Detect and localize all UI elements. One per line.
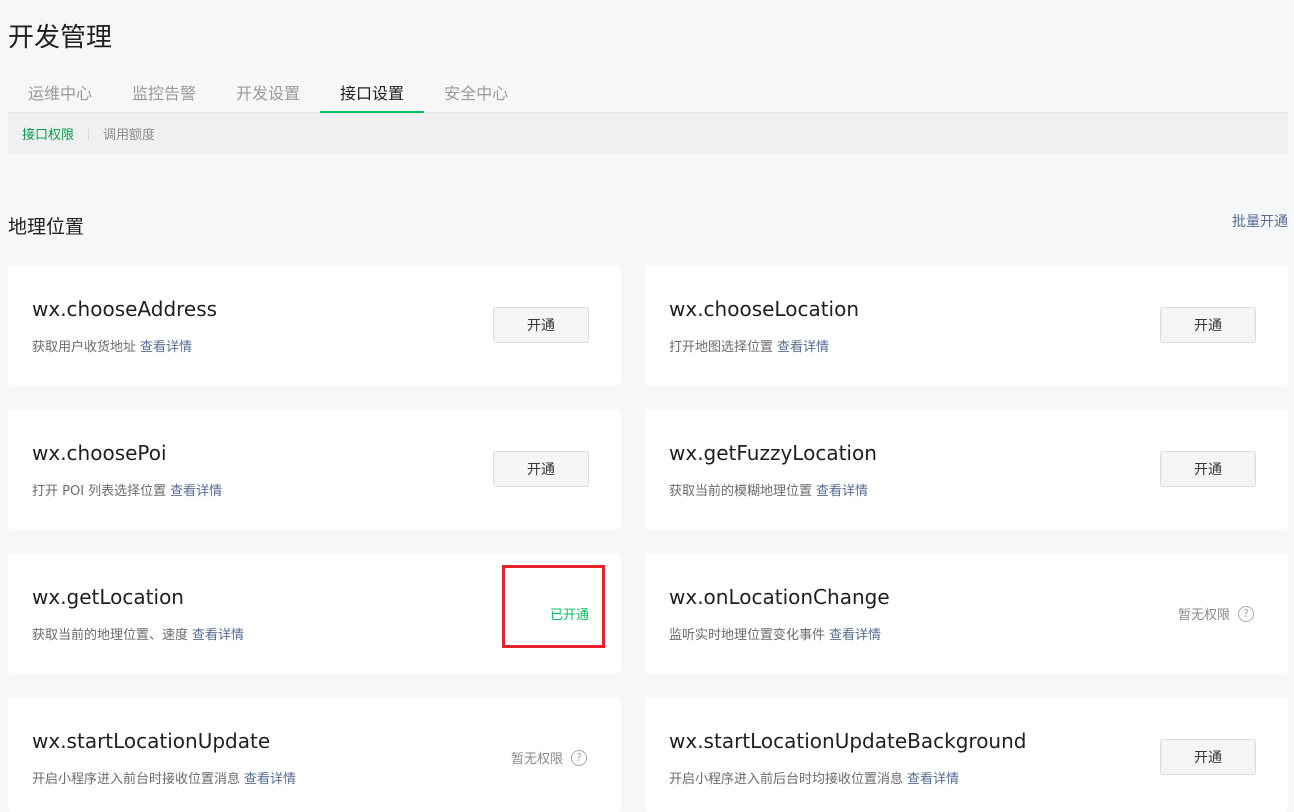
view-details-link[interactable]: 查看详情 [829, 628, 881, 643]
open-button[interactable]: 开通 [1160, 451, 1256, 487]
api-card: wx.getFuzzyLocation 获取当前的模糊地理位置 查看详情 开通 [645, 409, 1288, 529]
api-desc-text: 打开地图选择位置 [669, 340, 774, 355]
api-name: wx.chooseLocation [669, 297, 860, 321]
no-permission-label: 暂无权限 [1177, 608, 1230, 623]
highlight-annotation-box [502, 565, 605, 648]
tab-monitor-alerts[interactable]: 监控告警 [112, 70, 216, 113]
view-details-link[interactable]: 查看详情 [777, 340, 829, 355]
api-description: 监听实时地理位置变化事件 查看详情 [669, 624, 881, 643]
api-name: wx.getLocation [32, 585, 184, 609]
open-button[interactable]: 开通 [493, 451, 589, 487]
subtab-api-permissions[interactable]: 接口权限 [22, 124, 74, 143]
api-name: wx.onLocationChange [669, 585, 890, 609]
api-desc-text: 监听实时地理位置变化事件 [669, 628, 826, 643]
open-button[interactable]: 开通 [1160, 739, 1256, 775]
api-desc-text: 获取用户收货地址 [32, 340, 137, 355]
view-details-link[interactable]: 查看详情 [244, 772, 296, 787]
api-desc-text: 开启小程序进入前台时接收位置消息 [32, 772, 241, 787]
api-desc-text: 开启小程序进入前后台时均接收位置消息 [669, 772, 904, 787]
api-card: wx.onLocationChange 监听实时地理位置变化事件 查看详情 暂无权… [645, 553, 1288, 673]
view-details-link[interactable]: 查看详情 [907, 772, 959, 787]
api-name: wx.chooseAddress [32, 297, 218, 321]
view-details-link[interactable]: 查看详情 [192, 628, 244, 643]
api-card: wx.chooseAddress 获取用户收货地址 查看详情 开通 [8, 265, 621, 385]
api-card: wx.chooseLocation 打开地图选择位置 查看详情 开通 [645, 265, 1288, 385]
open-button[interactable]: 开通 [1160, 307, 1256, 343]
api-desc-text: 获取当前的模糊地理位置 [669, 484, 813, 499]
section-title: 地理位置 [8, 216, 85, 238]
tab-dev-settings[interactable]: 开发设置 [216, 70, 320, 113]
api-description: 获取当前的模糊地理位置 查看详情 [669, 480, 868, 499]
api-card: wx.startLocationUpdateBackground 开启小程序进入… [645, 697, 1288, 812]
tab-ops-center[interactable]: 运维中心 [8, 70, 112, 113]
api-name: wx.startLocationUpdateBackground [669, 729, 1027, 753]
api-description: 打开地图选择位置 查看详情 [669, 336, 829, 355]
view-details-link[interactable]: 查看详情 [816, 484, 868, 499]
sub-tabs: 接口权限 调用额度 [8, 113, 1288, 154]
api-description: 获取用户收货地址 查看详情 [32, 336, 192, 355]
open-button[interactable]: 开通 [493, 307, 589, 343]
question-circle-icon[interactable]: ? [571, 749, 587, 766]
page-title: 开发管理 [8, 23, 113, 53]
no-permission-status: 暂无权限 ? [511, 748, 587, 767]
subtab-call-quota[interactable]: 调用额度 [103, 124, 155, 143]
api-desc-text: 获取当前的地理位置、速度 [32, 628, 189, 643]
view-details-link[interactable]: 查看详情 [140, 340, 192, 355]
main-tabs: 运维中心 监控告警 开发设置 接口设置 安全中心 [8, 70, 1288, 113]
api-name: wx.choosePoi [32, 441, 167, 465]
no-permission-status: 暂无权限 ? [1178, 604, 1254, 623]
subtab-divider [88, 126, 90, 141]
api-name: wx.getFuzzyLocation [669, 441, 877, 465]
tab-security-center[interactable]: 安全中心 [424, 70, 528, 113]
api-description: 打开 POI 列表选择位置 查看详情 [32, 480, 222, 499]
tab-api-settings[interactable]: 接口设置 [320, 70, 425, 113]
api-desc-text: 打开 POI 列表选择位置 [32, 484, 167, 499]
api-description: 开启小程序进入前后台时均接收位置消息 查看详情 [669, 768, 959, 787]
no-permission-label: 暂无权限 [510, 752, 563, 767]
api-card: wx.startLocationUpdate 开启小程序进入前台时接收位置消息查… [8, 697, 621, 812]
batch-open-link[interactable]: 批量开通 [1232, 211, 1288, 231]
api-description: 开启小程序进入前台时接收位置消息 查看详情 [32, 768, 296, 787]
question-circle-icon[interactable]: ? [1238, 605, 1254, 622]
api-description: 获取当前的地理位置、速度 查看详情 [32, 624, 244, 643]
api-card: wx.choosePoi 打开 POI 列表选择位置 查看详情 开通 [8, 409, 621, 529]
api-name: wx.startLocationUpdate [32, 729, 271, 753]
view-details-link[interactable]: 查看详情 [170, 484, 222, 499]
